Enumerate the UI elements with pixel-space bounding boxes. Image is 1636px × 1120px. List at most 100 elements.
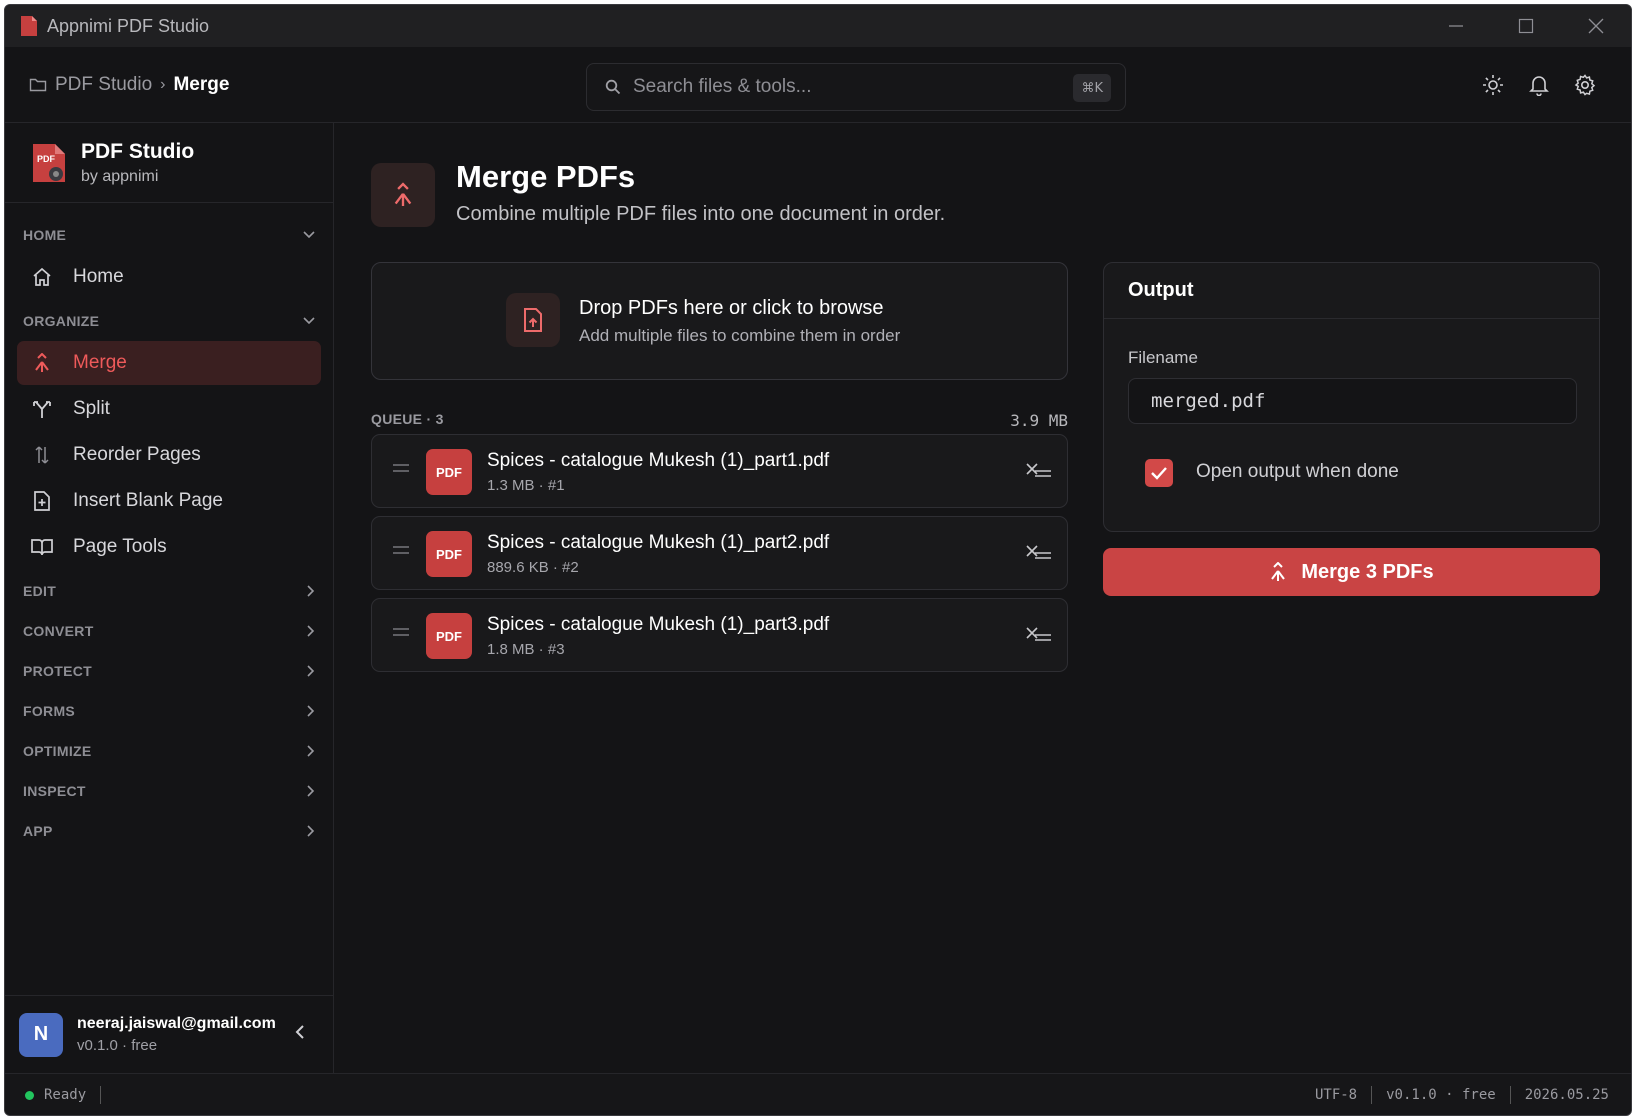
breadcrumb-separator-icon: › xyxy=(160,76,166,93)
window-controls xyxy=(1421,5,1631,47)
search-icon xyxy=(605,79,621,95)
chevron-right-icon xyxy=(307,785,315,797)
chevron-down-icon xyxy=(303,231,315,239)
page-subtitle: Combine multiple PDF files into one docu… xyxy=(456,203,946,225)
pdf-file-icon: PDF xyxy=(426,613,472,659)
nav-group-label: ORGANIZE xyxy=(23,313,100,329)
nav-group-label: OPTIMIZE xyxy=(23,743,92,759)
chevron-right-icon xyxy=(307,825,315,837)
sidebar-item-label: Insert Blank Page xyxy=(73,490,223,511)
minimize-button[interactable] xyxy=(1421,5,1491,47)
nav-group-convert[interactable]: CONVERT xyxy=(17,611,321,651)
top-header: PDF Studio › Merge ⌘K xyxy=(5,47,1631,123)
status-encoding: UTF-8 xyxy=(1314,1087,1358,1103)
filename-label: Filename xyxy=(1128,348,1198,367)
user-profile[interactable]: N neeraj.jaiswal@gmail.com v0.1.0 · free xyxy=(5,995,333,1073)
sidebar-item-label: Reorder Pages xyxy=(73,444,201,465)
sidebar-item-label: Merge xyxy=(73,352,127,373)
sidebar-item-page-tools[interactable]: Page Tools xyxy=(17,525,321,569)
remove-file-icon[interactable] xyxy=(1025,543,1053,563)
close-button[interactable] xyxy=(1561,5,1631,47)
merge-icon xyxy=(35,353,49,372)
chevron-right-icon xyxy=(307,745,315,757)
sidebar-item-insert-blank-page[interactable]: Insert Blank Page xyxy=(17,479,321,523)
file-meta: 889.6 KB · #2 xyxy=(487,559,579,576)
status-text: Ready xyxy=(44,1087,87,1103)
nav-group-home[interactable]: HOME xyxy=(17,215,321,255)
search-shortcut-badge: ⌘K xyxy=(1073,74,1111,102)
merge-icon xyxy=(1271,562,1286,581)
open-output-checkbox[interactable] xyxy=(1145,459,1173,487)
drag-handle-icon[interactable] xyxy=(392,545,410,555)
nav-group-app[interactable]: APP xyxy=(17,811,321,851)
dropzone-icon-wrap xyxy=(506,293,560,347)
search-box[interactable]: ⌘K xyxy=(586,63,1126,111)
breadcrumb-root[interactable]: PDF Studio xyxy=(55,74,152,96)
pdf-file-icon: PDF xyxy=(426,449,472,495)
nav-group-organize[interactable]: ORGANIZE xyxy=(17,301,321,341)
settings-button[interactable] xyxy=(1573,73,1597,97)
queue-item[interactable]: PDF Spices - catalogue Mukesh (1)_part2.… xyxy=(371,516,1068,590)
page-icon xyxy=(371,163,435,227)
file-dropzone[interactable]: Drop PDFs here or click to browse Add mu… xyxy=(371,262,1068,380)
svg-text:PDF: PDF xyxy=(37,154,56,164)
status-divider xyxy=(1371,1086,1373,1104)
drag-handle-icon[interactable] xyxy=(392,627,410,637)
file-name: Spices - catalogue Mukesh (1)_part1.pdf xyxy=(487,450,830,471)
gear-icon xyxy=(1574,74,1596,96)
breadcrumb-current: Merge xyxy=(173,74,230,95)
remove-file-icon[interactable] xyxy=(1025,625,1053,645)
open-output-label[interactable]: Open output when done xyxy=(1196,461,1399,483)
status-divider xyxy=(1509,1086,1511,1104)
collapse-sidebar-button[interactable] xyxy=(295,1024,305,1045)
breadcrumb: PDF Studio › Merge xyxy=(29,47,229,123)
nav-group-edit[interactable]: EDIT xyxy=(17,571,321,611)
split-icon xyxy=(33,401,51,418)
dropzone-subtitle: Add multiple files to combine them in or… xyxy=(579,326,901,345)
brand-name: PDF Studio xyxy=(81,139,195,163)
search-input[interactable] xyxy=(633,76,1053,98)
sidebar-item-label: Split xyxy=(73,398,110,419)
merge-button-label: Merge 3 PDFs xyxy=(1301,560,1434,583)
filename-input[interactable] xyxy=(1128,378,1577,424)
dropzone-title: Drop PDFs here or click to browse xyxy=(579,297,884,319)
file-meta: 1.8 MB · #3 xyxy=(487,641,565,658)
nav-group-label: FORMS xyxy=(23,703,76,719)
nav-group-label: APP xyxy=(23,823,53,839)
merge-button[interactable]: Merge 3 PDFs xyxy=(1103,548,1600,596)
title-bar: Appnimi PDF Studio xyxy=(5,5,1631,47)
output-panel: Output Filename Open output when done xyxy=(1103,262,1600,532)
checkmark-icon xyxy=(1151,467,1167,480)
queue-item[interactable]: PDF Spices - catalogue Mukesh (1)_part1.… xyxy=(371,434,1068,508)
theme-toggle-button[interactable] xyxy=(1481,73,1505,97)
status-version: v0.1.0 · free xyxy=(1386,1087,1496,1103)
window-title: Appnimi PDF Studio xyxy=(47,15,210,36)
nav-group-optimize[interactable]: OPTIMIZE xyxy=(17,731,321,771)
main-content: Merge PDFs Combine multiple PDF files in… xyxy=(334,123,1631,1073)
merge-icon xyxy=(394,182,412,206)
nav-group-label: PROTECT xyxy=(23,663,92,679)
notifications-button[interactable] xyxy=(1527,73,1551,97)
queue-item[interactable]: PDF Spices - catalogue Mukesh (1)_part3.… xyxy=(371,598,1068,672)
minimize-icon xyxy=(1449,25,1463,27)
drag-handle-icon[interactable] xyxy=(392,463,410,473)
status-divider xyxy=(100,1086,102,1104)
remove-file-icon[interactable] xyxy=(1025,461,1053,481)
nav-group-forms[interactable]: FORMS xyxy=(17,691,321,731)
maximize-button[interactable] xyxy=(1491,5,1561,47)
bell-icon xyxy=(1529,76,1549,96)
nav-group-inspect[interactable]: INSPECT xyxy=(17,771,321,811)
chevron-left-icon xyxy=(295,1025,304,1039)
status-dot-icon xyxy=(25,1090,34,1100)
status-date: 2026.05.25 xyxy=(1524,1087,1609,1103)
queue-total-size: 3.9 MB xyxy=(1010,411,1068,430)
sidebar-item-reorder-pages[interactable]: Reorder Pages xyxy=(17,433,321,477)
page-title: Merge PDFs xyxy=(456,159,636,194)
sidebar-item-split[interactable]: Split xyxy=(17,387,321,431)
home-icon xyxy=(33,267,51,286)
chevron-right-icon xyxy=(307,665,315,677)
folder-icon xyxy=(29,78,47,92)
sidebar-item-merge[interactable]: Merge xyxy=(17,341,321,385)
sidebar-item-home[interactable]: Home xyxy=(17,255,321,299)
nav-group-protect[interactable]: PROTECT xyxy=(17,651,321,691)
